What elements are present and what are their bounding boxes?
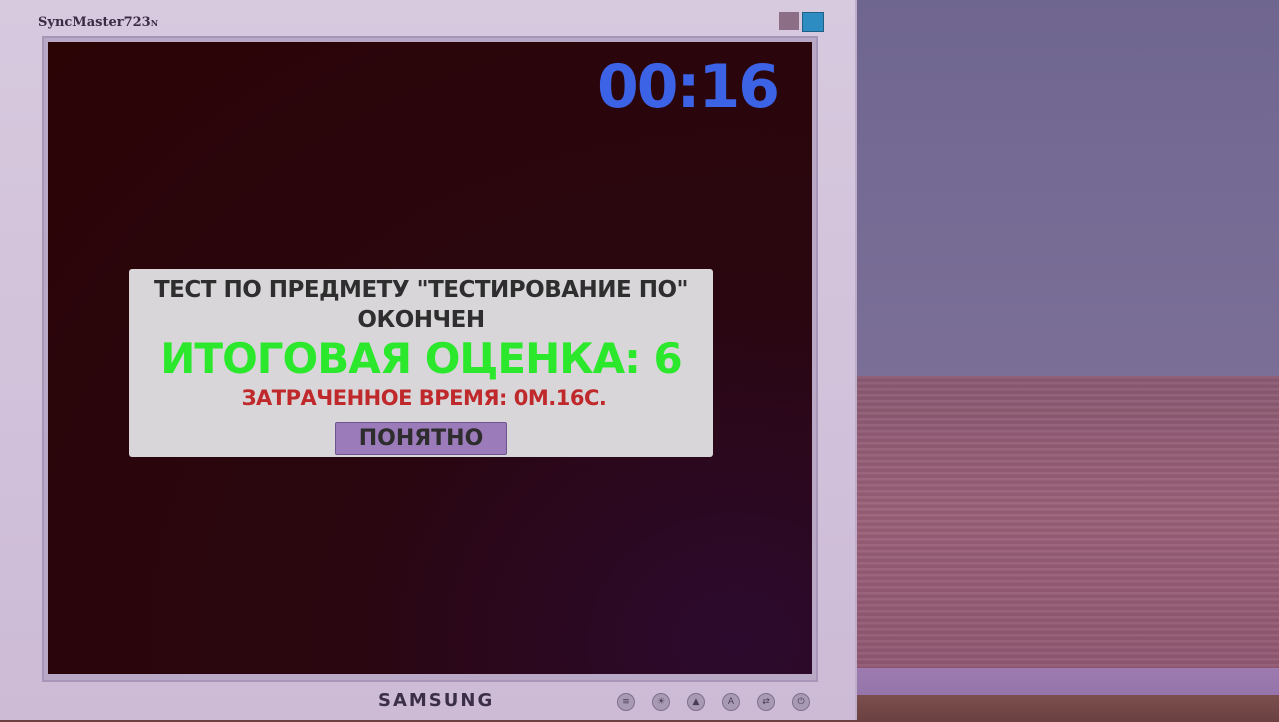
indicator-light — [779, 12, 799, 30]
monitor-model-label: SyncMaster723N — [38, 15, 158, 30]
monitor-model: SyncMaster723 — [38, 15, 151, 30]
test-timer: 00:16 — [597, 52, 780, 122]
monitor-screen: 00:16 ТЕСТ ПО ПРЕДМЕТУ "ТЕСТИРОВАНИЕ ПО"… — [48, 42, 812, 674]
time-spent: ЗАТРАЧЕННОЕ ВРЕМЯ: 0М.16С. — [241, 386, 607, 410]
monitor-brand-logo: SAMSUNG — [378, 690, 495, 711]
auto-icon[interactable]: A — [722, 693, 740, 711]
result-title: ТЕСТ ПО ПРЕДМЕТУ "ТЕСТИРОВАНИЕ ПО" ОКОНЧ… — [153, 277, 689, 333]
ok-button[interactable]: ПОНЯТНО — [335, 422, 507, 455]
power-icon[interactable]: ⏻ — [792, 693, 810, 711]
brightness-icon[interactable]: ☀ — [652, 693, 670, 711]
adjust-up-icon[interactable]: ▲ — [687, 693, 705, 711]
test-result-dialog: ТЕСТ ПО ПРЕДМЕТУ "ТЕСТИРОВАНИЕ ПО" ОКОНЧ… — [129, 269, 713, 457]
menu-icon[interactable]: ≡ — [617, 693, 635, 711]
final-grade: ИТОГОВАЯ ОЦЕНКА: 6 — [160, 334, 682, 383]
monitor: SyncMaster723N 00:16 ТЕСТ ПО ПРЕДМЕТУ "Т… — [0, 0, 855, 720]
monitor-model-suffix: N — [150, 18, 159, 28]
power-indicator-light — [802, 12, 824, 32]
source-icon[interactable]: ⇄ — [757, 693, 775, 711]
